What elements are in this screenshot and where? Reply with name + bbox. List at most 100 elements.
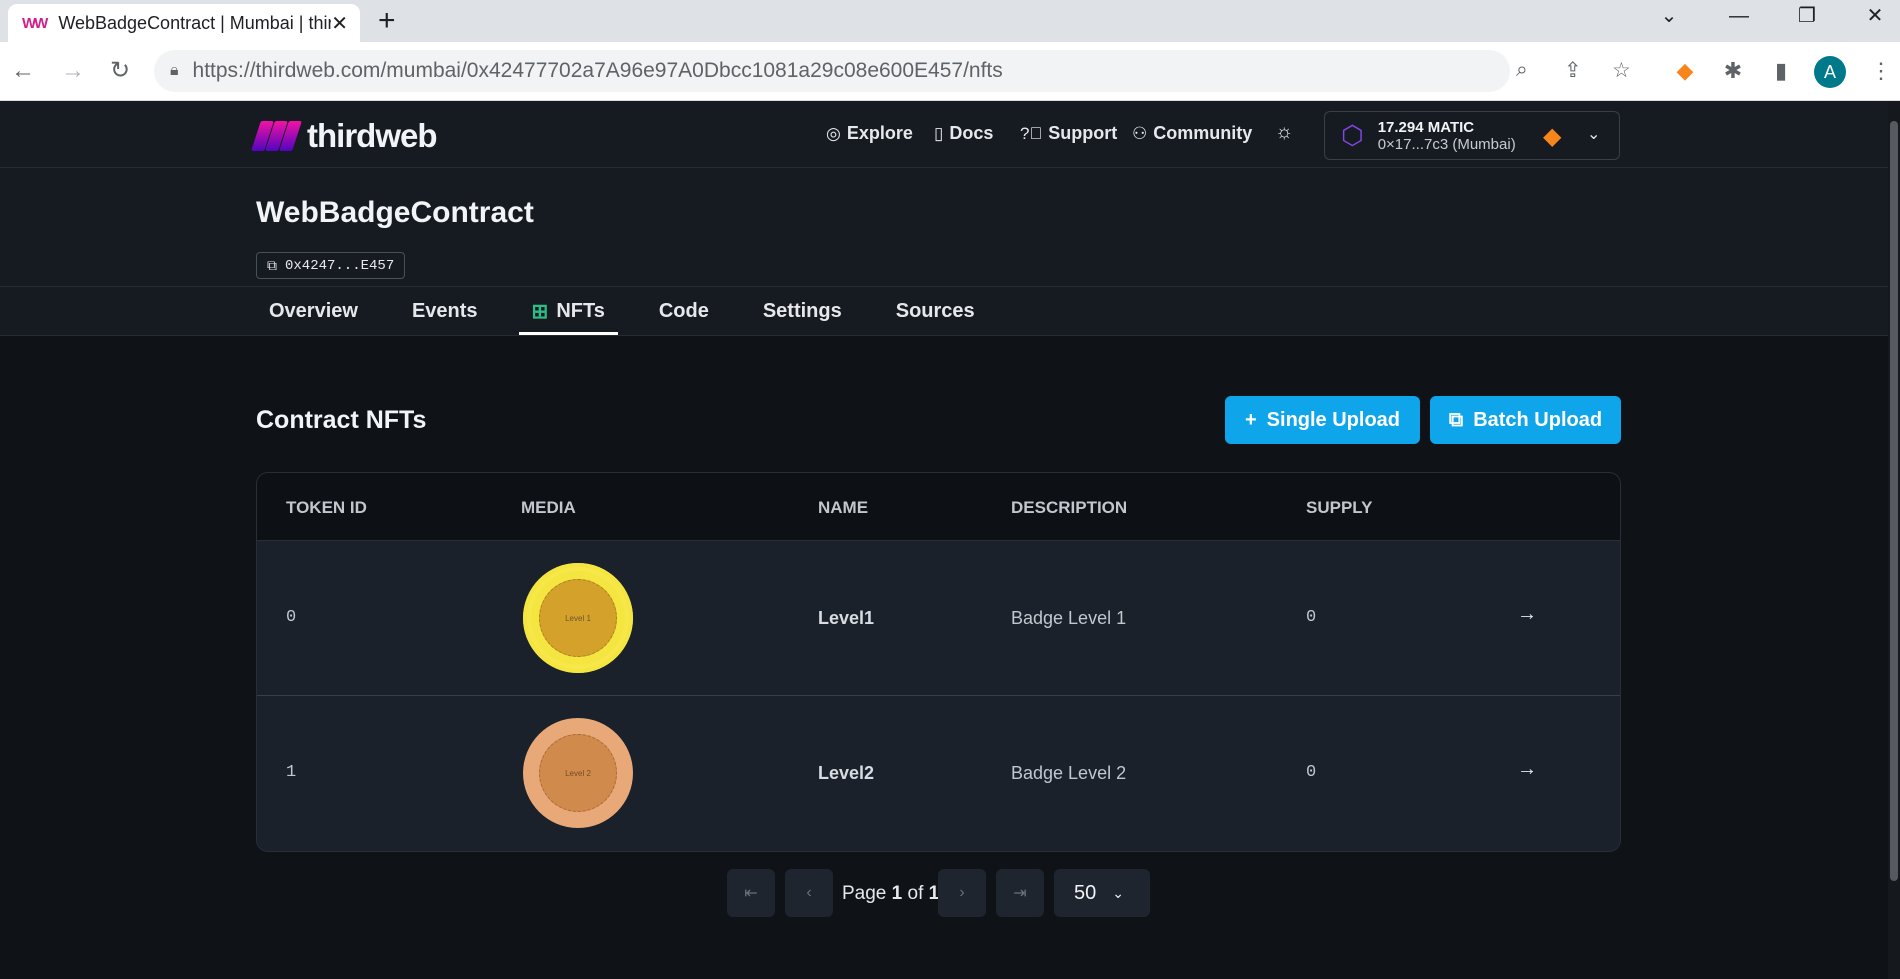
token-id: 1 bbox=[286, 763, 297, 782]
nav-explore[interactable]: ◎ Explore bbox=[826, 123, 913, 144]
polygon-icon: ⬡ bbox=[1341, 120, 1364, 150]
first-page-icon: ⇤ bbox=[744, 885, 758, 902]
prev-page-button[interactable]: ‹ bbox=[785, 869, 833, 917]
scrollbar-thumb[interactable] bbox=[1890, 121, 1898, 881]
profile-avatar[interactable]: A bbox=[1814, 56, 1846, 88]
copy-icon: ⧉ bbox=[267, 257, 277, 273]
browser-tab-bar: WW WebBadgeContract | Mumbai | thirdweb … bbox=[0, 0, 1900, 42]
metamask-fox-icon: ◆ bbox=[1543, 123, 1562, 150]
share-icon[interactable]: ⇪ bbox=[1564, 58, 1582, 83]
nft-name: Level1 bbox=[818, 608, 875, 628]
first-page-button[interactable]: ⇤ bbox=[727, 869, 775, 917]
nft-description: Badge Level 1 bbox=[1011, 608, 1127, 628]
wallet-info: 17.294 MATIC 0×17...7c3 (Mumbai) bbox=[1378, 119, 1516, 153]
nft-table: TOKEN ID MEDIA NAME DESCRIPTION SUPPLY 0… bbox=[256, 472, 1621, 852]
tab-nfts[interactable]: ⊞ NFTs bbox=[518, 287, 619, 335]
page-of: of bbox=[907, 883, 924, 904]
table-row[interactable]: 0 Level 1 Level1 Badge Level 1 0 → bbox=[257, 541, 1620, 696]
badge-label: Level 2 bbox=[539, 734, 617, 812]
nav-docs[interactable]: ▯ Docs bbox=[934, 123, 993, 144]
tab-events[interactable]: Events bbox=[399, 287, 491, 335]
nft-description: Badge Level 2 bbox=[1011, 763, 1127, 783]
omnibox[interactable]: 🔒︎ https://thirdweb.com/mumbai/0x4247770… bbox=[154, 50, 1631, 92]
forward-icon[interactable]: → bbox=[58, 56, 88, 86]
thirdweb-logo-icon bbox=[251, 121, 302, 151]
nft-name: Level2 bbox=[818, 763, 875, 783]
lock-icon[interactable]: 🔒︎ bbox=[170, 62, 179, 80]
close-window-icon[interactable]: ✕ bbox=[1850, 0, 1900, 32]
page-size-value: 50 bbox=[1074, 881, 1097, 904]
last-page-button[interactable]: ⇥ bbox=[996, 869, 1044, 917]
back-icon[interactable]: ← bbox=[8, 56, 38, 86]
contract-title: WebBadgeContract bbox=[256, 196, 534, 229]
metamask-extension-icon[interactable]: ◆ bbox=[1670, 56, 1700, 86]
nft-supply: 0 bbox=[1306, 608, 1317, 627]
zoom-icon[interactable]: ⌕ bbox=[1516, 58, 1528, 82]
table-row[interactable]: 1 Level 2 Level2 Badge Level 2 0 → bbox=[257, 696, 1620, 851]
page-scrollbar[interactable] bbox=[1888, 101, 1900, 979]
site-header: thirdweb ◎ Explore ▯ Docs ?⃝ Support ⚇ Commu… bbox=[0, 101, 1888, 168]
current-page: 1 bbox=[891, 883, 903, 904]
header-name[interactable]: NAME bbox=[818, 498, 868, 518]
header-supply[interactable]: SUPPLY bbox=[1306, 498, 1372, 518]
theme-toggle-sun-icon[interactable]: ☼ bbox=[1275, 121, 1293, 144]
globe-icon: ◎ bbox=[826, 123, 841, 143]
table-header: TOKEN ID MEDIA NAME DESCRIPTION SUPPLY bbox=[257, 473, 1620, 541]
contract-header: WebBadgeContract ⧉ 0x4247...E457 bbox=[0, 168, 1888, 286]
tab-sources[interactable]: Sources bbox=[883, 287, 988, 335]
contract-tabs: Overview Events ⊞ NFTs Code Settings Sour… bbox=[0, 286, 1888, 336]
tab-search-icon[interactable]: ⌄ bbox=[1644, 0, 1694, 32]
plus-icon: + bbox=[1244, 408, 1257, 431]
extensions-puzzle-icon[interactable]: ✱ bbox=[1718, 56, 1748, 86]
address-bar-row: ← → ↻ 🔒︎ https://thirdweb.com/mumbai/0x4… bbox=[0, 42, 1900, 101]
copy-address-button[interactable]: ⧉ 0x4247...E457 bbox=[256, 252, 406, 279]
section-title: Contract NFTs bbox=[256, 406, 427, 434]
url-text[interactable]: https://thirdweb.com/mumbai/0x42477702a7… bbox=[193, 59, 1003, 83]
tab-overview[interactable]: Overview bbox=[256, 287, 371, 335]
badge-image: Level 1 bbox=[523, 563, 633, 673]
single-upload-button[interactable]: + Single Upload bbox=[1225, 396, 1420, 444]
badge-image: Level 2 bbox=[523, 718, 633, 828]
bookmark-star-icon[interactable]: ☆ bbox=[1612, 58, 1631, 83]
nav-support[interactable]: ?⃝ Support bbox=[1020, 123, 1117, 144]
reload-icon[interactable]: ↻ bbox=[105, 56, 135, 86]
page-content: thirdweb ◎ Explore ▯ Docs ?⃝ Support ⚇ Commu… bbox=[0, 101, 1900, 979]
tab-settings[interactable]: Settings bbox=[750, 287, 855, 335]
header-description[interactable]: DESCRIPTION bbox=[1011, 498, 1127, 518]
document-icon: ▯ bbox=[934, 123, 944, 143]
browser-tab[interactable]: WW WebBadgeContract | Mumbai | thirdweb … bbox=[8, 4, 360, 42]
contract-address: 0x4247...E457 bbox=[285, 257, 395, 274]
page-indicator: Page 1 of 1 bbox=[842, 883, 939, 905]
new-tab-icon[interactable]: + bbox=[378, 4, 396, 38]
badge-label: Level 1 bbox=[539, 579, 617, 657]
restore-icon[interactable]: ❐ bbox=[1782, 0, 1832, 32]
nav-community[interactable]: ⚇ Community bbox=[1132, 123, 1252, 144]
close-tab-icon[interactable]: ✕ bbox=[331, 11, 348, 36]
header-token-id[interactable]: TOKEN ID bbox=[286, 498, 367, 518]
browser-tab-title: WebBadgeContract | Mumbai | thirdweb bbox=[58, 12, 332, 33]
arrow-right-icon[interactable]: → bbox=[1517, 603, 1537, 626]
nft-supply: 0 bbox=[1306, 763, 1317, 782]
minimize-icon[interactable]: — bbox=[1714, 0, 1764, 32]
wallet-connect-button[interactable]: ⬡ 17.294 MATIC 0×17...7c3 (Mumbai) ◆ ⌄ bbox=[1324, 111, 1620, 160]
wallet-balance: 17.294 MATIC bbox=[1377, 118, 1475, 136]
chevron-left-icon: ‹ bbox=[806, 884, 812, 901]
thirdweb-favicon-icon: WW bbox=[22, 14, 48, 32]
thirdweb-logo[interactable]: thirdweb bbox=[251, 117, 437, 155]
chevron-down-icon: ⌄ bbox=[1112, 884, 1124, 901]
last-page-icon: ⇥ bbox=[1013, 885, 1027, 902]
next-page-button[interactable]: › bbox=[938, 869, 986, 917]
page-prefix: Page bbox=[842, 883, 887, 904]
nft-grid-icon: ⊞ bbox=[531, 300, 549, 323]
help-circle-icon: ?⃝ bbox=[1020, 123, 1043, 143]
batch-upload-button[interactable]: ⧉ Batch Upload bbox=[1430, 396, 1621, 444]
page-size-select[interactable]: 50 ⌄ bbox=[1054, 869, 1150, 917]
browser-menu-icon[interactable]: ⋮ bbox=[1866, 56, 1896, 86]
batch-copy-icon: ⧉ bbox=[1448, 408, 1464, 431]
token-id: 0 bbox=[286, 608, 297, 627]
chevron-right-icon: › bbox=[959, 884, 965, 901]
tab-code[interactable]: Code bbox=[646, 287, 722, 335]
side-panel-icon[interactable]: ▮ bbox=[1766, 56, 1796, 86]
arrow-right-icon[interactable]: → bbox=[1517, 758, 1537, 781]
header-media[interactable]: MEDIA bbox=[521, 498, 576, 518]
